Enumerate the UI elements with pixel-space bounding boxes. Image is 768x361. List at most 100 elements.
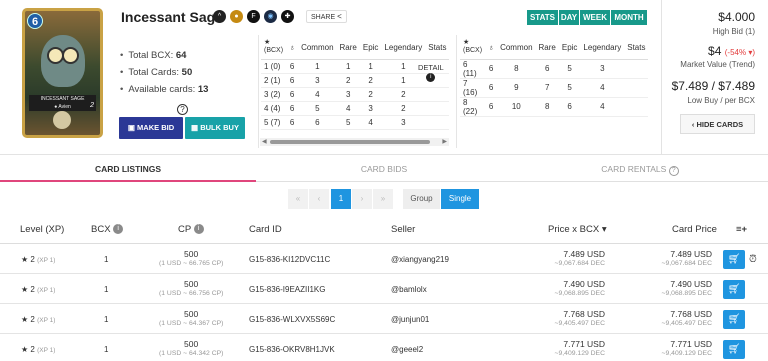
tab-bar: CARD LISTINGS CARD BIDS CARD RENTALS ? (0, 156, 768, 182)
month-button[interactable]: MONTH (611, 10, 647, 25)
table-row[interactable]: ★ 2 (XP 1) 1 500 (1 USD ~ 64.367 CP) G15-836… (0, 305, 768, 334)
seller-cell[interactable]: @bamlolx (391, 275, 427, 304)
droplet-icon: ♁ (286, 36, 299, 60)
tab-card-bids[interactable]: CARD BIDS (256, 156, 512, 182)
gold-icon[interactable]: ● (230, 10, 243, 23)
last-page-button[interactable]: » (373, 189, 393, 209)
table-1-scrollbar[interactable]: ◀ ▶ (260, 138, 449, 146)
water-icon[interactable]: ◉ (264, 10, 277, 23)
bcx-cell: 1 (104, 315, 109, 324)
cart-icon: 🛒︎ (727, 314, 741, 325)
card-art-level: 2 (90, 102, 94, 109)
price-usd: 7.489 USD (563, 249, 605, 259)
cart-icon: ▦ (191, 123, 199, 132)
price-usd: 7.768 USD (563, 309, 605, 319)
high-bid-label: High Bid (1) (712, 27, 755, 36)
prev-page-button[interactable]: ‹ (309, 189, 329, 209)
make-bid-button[interactable]: ▣ MAKE BID (119, 117, 183, 139)
divider (456, 35, 457, 148)
cp-rate: (1 USD ~ 64.342 CP) (159, 350, 224, 357)
table-row[interactable]: ★ 2 (XP 1) 1 500 (1 USD ~ 64.342 CP) G15-836… (0, 335, 768, 361)
price-panel: $4.000 High Bid (1) $4 (-54% ▾) Market V… (661, 0, 768, 155)
stats-detail[interactable]: DETAIL i (418, 63, 444, 82)
cp-rate: (1 USD ~ 66.765 CP) (159, 260, 224, 267)
share-label: SHARE (311, 14, 336, 21)
help-icon[interactable]: ? (668, 166, 679, 176)
seller-cell[interactable]: @geeel2 (391, 335, 423, 361)
level-stats-table-2: ★ (BCX) ♁ Common Rare Epic Legendary Stat… (460, 36, 649, 117)
card-price-usd: 7.771 USD (670, 339, 712, 349)
card-price-usd: 7.768 USD (670, 309, 712, 319)
level-column-header: ★ (BCX) (261, 36, 287, 60)
card-id-cell[interactable]: G15-836-WLXVX5S69C (249, 305, 335, 334)
price-usd: 7.771 USD (563, 339, 605, 349)
high-bid-value: $4.000 (718, 10, 755, 24)
share-icon: < (337, 12, 342, 21)
page-1-button[interactable]: 1 (331, 189, 351, 209)
total-bcx: Total BCX: 64 (120, 47, 208, 64)
cp-cell: 500 (184, 339, 199, 349)
buy-cart-button[interactable]: 🛒︎ (723, 340, 745, 359)
level-header[interactable]: Level (XP) (20, 216, 64, 244)
neutral-icon[interactable]: ✚ (281, 10, 294, 23)
card-price-header[interactable]: Card Price (672, 216, 717, 244)
cp-cell: 500 (184, 249, 199, 259)
tab-card-listings[interactable]: CARD LISTINGS (0, 156, 256, 182)
price-dec: ~9,409.129 DEC (554, 350, 605, 357)
hide-cards-button[interactable]: ‹ HIDE CARDS (680, 114, 755, 134)
card-art-sub: ● Avien (54, 104, 71, 110)
info-icon[interactable]: i (426, 73, 436, 82)
next-page-button[interactable]: › (352, 189, 372, 209)
card-id-cell[interactable]: G15-836-OKRV8H1JVK (249, 335, 335, 361)
single-toggle[interactable]: Single (441, 189, 479, 209)
level-stats-table-1: ★ (BCX) ♁ Common Rare Epic Legendary Stat… (261, 36, 450, 130)
price-dec: ~9,068.895 DEC (554, 290, 605, 297)
price-dec: ~9,405.497 DEC (554, 320, 605, 327)
card-image[interactable]: 6 INCESSANT SAGE ● Avien 2 (22, 8, 103, 138)
buy-cart-button[interactable]: 🛒︎ (723, 280, 745, 299)
card-id-cell[interactable]: G15-836-I9EAZII1KG (249, 275, 325, 304)
bcx-header[interactable]: BCX i (91, 216, 124, 244)
level-cell: ★ 2 (XP 1) (21, 255, 56, 264)
seller-header[interactable]: Seller (391, 216, 415, 244)
table-row[interactable]: ★ 2 (XP 1) 1 500 (1 USD ~ 66.756 CP) G15-836… (0, 275, 768, 304)
alarm-icon[interactable]: ⏰︎ (749, 245, 757, 274)
card-id-cell[interactable]: G15-836-KI12DVC11C (249, 245, 330, 274)
tab-card-rentals[interactable]: CARD RENTALS ? (512, 156, 768, 182)
column-menu-icon[interactable]: ≡+ (736, 216, 747, 244)
buy-cart-button[interactable]: 🛒︎ (723, 250, 745, 269)
ability-icon[interactable]: ^ (213, 10, 226, 23)
cp-header[interactable]: CP i (178, 216, 204, 244)
week-button[interactable]: WEEK (580, 10, 610, 25)
table-row[interactable]: ★ 2 (XP 1) 1 500 (1 USD ~ 66.765 CP) G15-836… (0, 245, 768, 274)
cp-rate: (1 USD ~ 64.367 CP) (159, 320, 224, 327)
card-art (41, 35, 85, 87)
group-toggle[interactable]: Group (403, 189, 440, 209)
price-bcx-header[interactable]: Price x BCX ▾ (548, 216, 607, 244)
first-page-button[interactable]: « (288, 189, 308, 209)
table-row: 8 (22) 6 10 8 6 4 (460, 97, 649, 117)
f-icon[interactable]: F (247, 10, 260, 23)
total-cards: Total Cards: 50 (120, 64, 208, 81)
bcx-cell: 1 (104, 345, 109, 354)
buy-cart-button[interactable]: 🛒︎ (723, 310, 745, 329)
chevron-left-icon: ‹ (691, 120, 695, 129)
level-cell: ★ 2 (XP 1) (21, 345, 56, 354)
bulk-buy-button[interactable]: ▦ BULK BUY (185, 117, 245, 139)
level-cell: ★ 2 (XP 1) (21, 285, 56, 294)
level-column-header: ★ (BCX) (460, 36, 486, 60)
card-price-dec: ~9,405.497 DEC (661, 320, 712, 327)
help-icon[interactable]: ? (177, 104, 188, 115)
seller-cell[interactable]: @xiangyang219 (391, 245, 449, 274)
card-id-header[interactable]: Card ID (249, 216, 282, 244)
mana-badge: 6 (27, 13, 43, 29)
day-button[interactable]: DAY (559, 10, 579, 25)
table-row: 7 (16) 6 9 7 5 4 (460, 78, 649, 98)
info-icon: i (113, 224, 124, 235)
stats-button[interactable]: STATS (527, 10, 558, 25)
share-button[interactable]: SHARE < (306, 10, 347, 23)
cart-icon: 🛒︎ (727, 344, 741, 355)
seller-cell[interactable]: @junjun01 (391, 305, 429, 334)
card-title: Incessant Sage (121, 9, 223, 25)
price-dec: ~9,067.684 DEC (554, 260, 605, 267)
